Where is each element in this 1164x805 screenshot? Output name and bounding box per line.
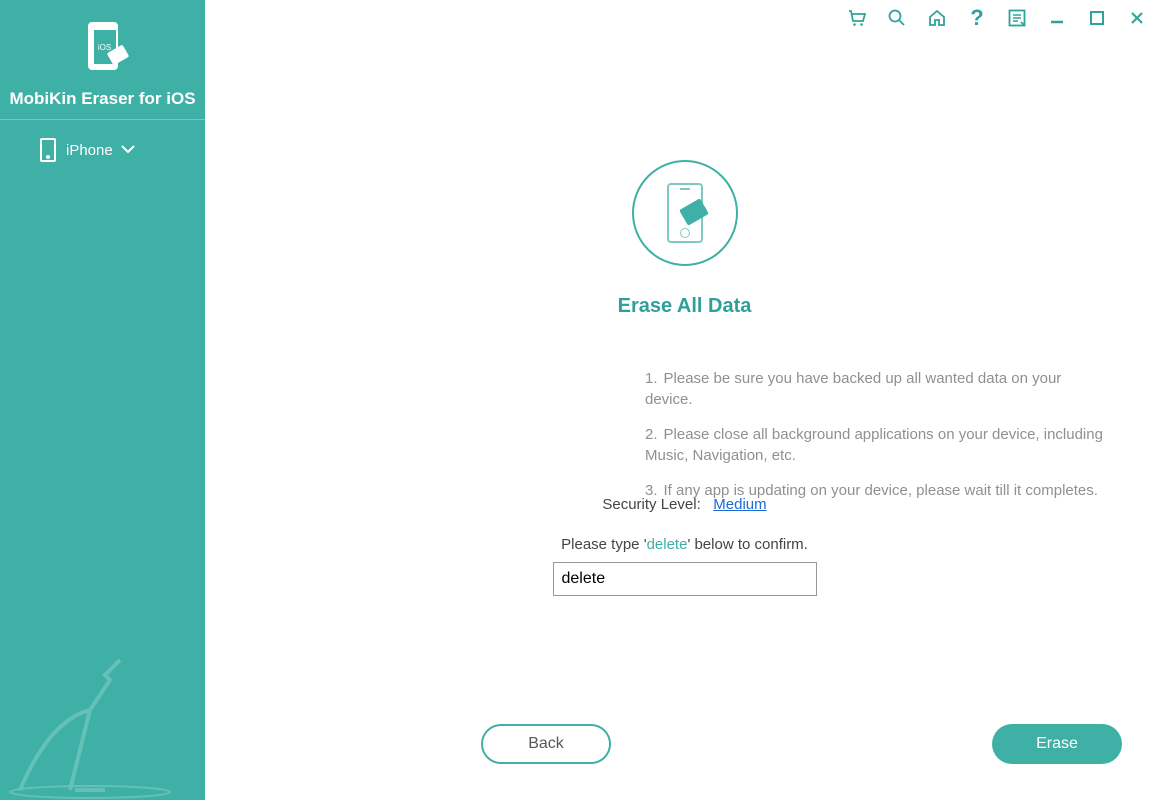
device-label: iPhone — [66, 142, 113, 159]
security-level-link[interactable]: Medium — [713, 496, 766, 513]
confirm-suffix: ' below to confirm. — [687, 536, 807, 553]
security-level-line: Security Level: Medium — [602, 496, 766, 513]
confirm-input[interactable] — [553, 562, 817, 596]
back-button[interactable]: Back — [481, 724, 611, 764]
page-title: Erase All Data — [618, 295, 752, 318]
instruction-item: 1.Please be sure you have backed up all … — [645, 368, 1104, 410]
erase-hero-icon — [632, 160, 738, 266]
chevron-down-icon — [121, 141, 135, 159]
instruction-item: 2.Please close all background applicatio… — [645, 424, 1104, 466]
app-logo-area: iOS MobiKin Eraser for iOS — [0, 0, 205, 109]
confirm-keyword: delete — [647, 536, 688, 553]
app-logo-icon: iOS — [79, 20, 127, 78]
device-selector[interactable]: iPhone — [0, 120, 205, 180]
security-label: Security Level: — [602, 496, 700, 513]
sidebar: iOS MobiKin Eraser for iOS iPhone — [0, 0, 205, 800]
instructions-list: 1.Please be sure you have backed up all … — [645, 368, 1104, 515]
app-title: MobiKin Eraser for iOS — [0, 89, 205, 109]
sidebar-decor — [0, 620, 205, 800]
instruction-text: Please close all background applications… — [645, 426, 1103, 464]
instruction-text: Please be sure you have backed up all wa… — [645, 370, 1061, 408]
confirm-prefix: Please type ' — [561, 536, 646, 553]
erase-button[interactable]: Erase — [992, 724, 1122, 764]
main-content: Erase All Data 1.Please be sure you have… — [205, 0, 1164, 800]
phone-icon — [40, 138, 56, 162]
confirm-instruction: Please type 'delete' below to confirm. — [561, 536, 808, 553]
